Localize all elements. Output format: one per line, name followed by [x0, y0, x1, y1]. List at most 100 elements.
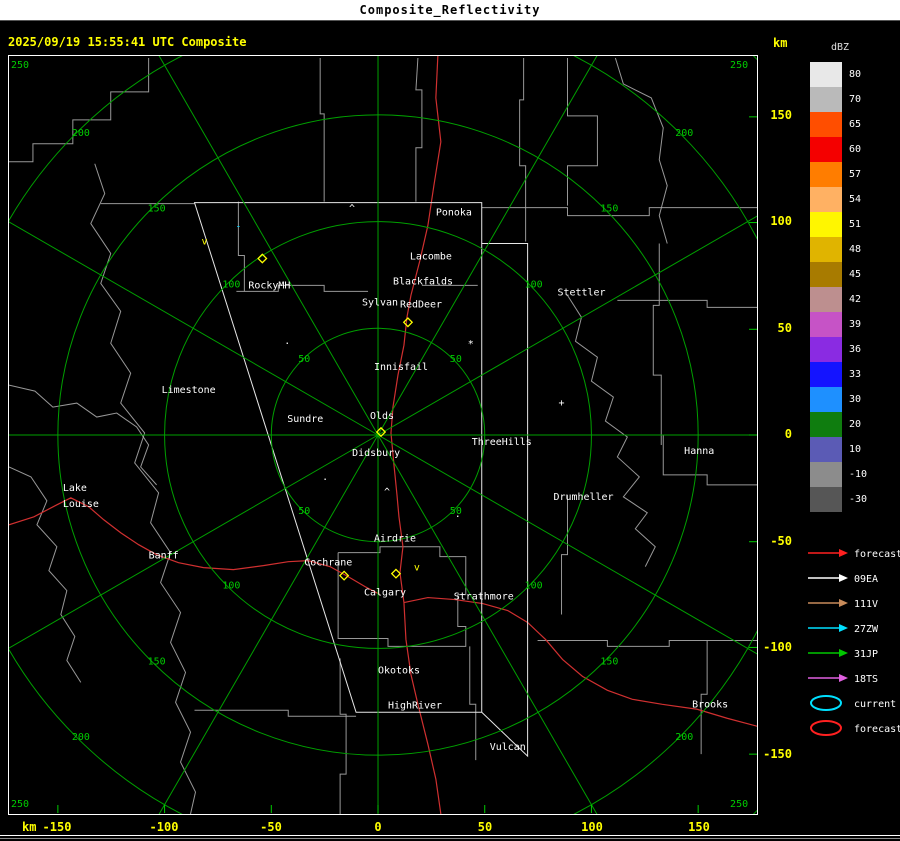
colorbar-value: 57 — [849, 169, 862, 180]
legend-label: 09EA — [854, 574, 879, 585]
colorbar-entry: 54 — [810, 187, 867, 212]
city-label: Vulcan — [490, 742, 526, 753]
county-boundaries — [9, 57, 757, 814]
colorbar-swatch — [810, 362, 842, 387]
city-label: Ponoka — [436, 208, 472, 219]
legend-item: forecast — [806, 717, 900, 742]
right-axis-label: 100 — [770, 214, 792, 228]
range-ring-label: 150 — [148, 204, 166, 215]
colorbar-value: 33 — [849, 369, 862, 380]
legend-item: 27ZW — [806, 617, 900, 642]
colorbar-swatch — [810, 437, 842, 462]
range-ring-label: 150 — [148, 656, 166, 667]
boundary-path — [700, 640, 708, 755]
arrow-icon — [806, 545, 854, 564]
range-ring-label: 250 — [11, 60, 29, 71]
marker-glyph: ^ — [384, 487, 390, 498]
boundary-path — [90, 163, 197, 814]
city-label: Hanna — [684, 446, 714, 457]
colorbar-value: -10 — [849, 469, 868, 480]
right-axis-label: -150 — [763, 747, 792, 761]
legend-label: 18TS — [854, 674, 879, 685]
colorbar-entry: 42 — [810, 287, 867, 312]
city-label: ThreeHills — [472, 437, 532, 448]
city-label: Blackfalds — [393, 276, 453, 287]
right-axis-label: 0 — [784, 427, 792, 441]
city-label: RockyMH — [248, 280, 290, 291]
marker-glyph: . — [284, 336, 290, 347]
city-label: Innisfail — [374, 362, 428, 373]
range-ring-label: 250 — [730, 60, 748, 71]
colorbar-value: 39 — [849, 319, 862, 330]
window-title: Composite_Reflectivity — [359, 3, 541, 17]
boundary-path — [567, 295, 656, 567]
colorbar-value: 80 — [849, 69, 862, 80]
colorbar-swatch — [810, 337, 842, 362]
colorbar: 80 70 65 60 57 54 51 48 45 42 39 36 33 30 20 10 -10 -30 — [810, 62, 867, 512]
legend-label: forecast — [854, 549, 900, 560]
colorbar-swatch — [810, 162, 842, 187]
legend-label: 111V — [854, 599, 879, 610]
range-ring-label: 100 — [222, 279, 240, 290]
marker-glyph: v — [414, 563, 420, 574]
legend-item: forecast — [806, 542, 900, 567]
colorbar-entry: 33 — [810, 362, 867, 387]
colorbar-swatch — [810, 487, 842, 512]
city-label: Strathmore — [454, 592, 514, 603]
colorbar-entry: 39 — [810, 312, 867, 337]
colorbar-value: 60 — [849, 144, 862, 155]
colorbar-entry: 30 — [810, 387, 867, 412]
bottom-axis-label: -50 — [260, 820, 282, 834]
colorbar-entry: 60 — [810, 137, 867, 162]
colorbar-value: 42 — [849, 294, 862, 305]
colorbar-swatch — [810, 212, 842, 237]
marker-glyph: v — [201, 237, 207, 248]
boundary-path — [481, 207, 757, 217]
range-ring-label: 150 — [600, 204, 618, 215]
colorbar-swatch — [810, 412, 842, 437]
colorbar-entry: 10 — [810, 437, 867, 462]
right-axis-label: -50 — [770, 534, 792, 548]
colorbar-entry: 57 — [810, 162, 867, 187]
boundary-path — [9, 58, 150, 163]
legend: forecast 09EA 111V 27ZW 31JP 18TS current forec… — [806, 542, 900, 742]
boundary-path — [319, 58, 325, 202]
range-ring-label: 150 — [600, 656, 618, 667]
bottom-axis-label: 150 — [688, 820, 710, 834]
bottom-separator-line-2 — [0, 838, 900, 839]
diamond-marker — [390, 568, 402, 579]
radar-map[interactable]: 50 50 50 50 100 100 100 100 150 150 150 150 200 200 20… — [8, 55, 758, 815]
colorbar-entry: 45 — [810, 262, 867, 287]
colorbar-entry: -30 — [810, 487, 867, 512]
window-title-bar[interactable]: Composite_Reflectivity — [0, 0, 900, 21]
range-ring-label: 250 — [11, 799, 29, 810]
city-label: RedDeer — [400, 299, 442, 310]
city-label: Didsbury — [352, 448, 400, 459]
colorbar-swatch — [810, 287, 842, 312]
colorbar-swatch — [810, 387, 842, 412]
radar-map-canvas: 50 5050 50100 100100 100150 150150 150200 20020… — [9, 56, 757, 814]
colorbar-entry: 48 — [810, 237, 867, 262]
marker-glyph: - — [235, 222, 241, 233]
range-ring-label: 100 — [525, 279, 543, 290]
range-ring-label: 50 — [298, 354, 310, 365]
colorbar-swatch — [810, 237, 842, 262]
colorbar-value: 10 — [849, 444, 862, 455]
legend-item: 18TS — [806, 667, 900, 692]
legend-label: 31JP — [854, 649, 879, 660]
bottom-axis-label: -150 — [42, 820, 72, 834]
marker-glyph: . — [322, 472, 328, 483]
city-label: Lacombe — [410, 251, 452, 262]
bottom-axis-label: 0 — [374, 820, 382, 834]
boundary-path — [617, 299, 757, 308]
colorbar-entry: 65 — [810, 112, 867, 137]
range-ring-label: 200 — [675, 732, 693, 743]
arrow-icon — [806, 645, 854, 664]
legend-label: forecast — [854, 724, 900, 735]
right-axis-label: 50 — [777, 321, 792, 335]
arrow-icon — [806, 595, 854, 614]
colorbar-value: 48 — [849, 244, 862, 255]
city-label: Sundre — [287, 414, 323, 425]
marker-glyph: . — [455, 509, 461, 520]
city-label: Lake — [63, 483, 87, 494]
